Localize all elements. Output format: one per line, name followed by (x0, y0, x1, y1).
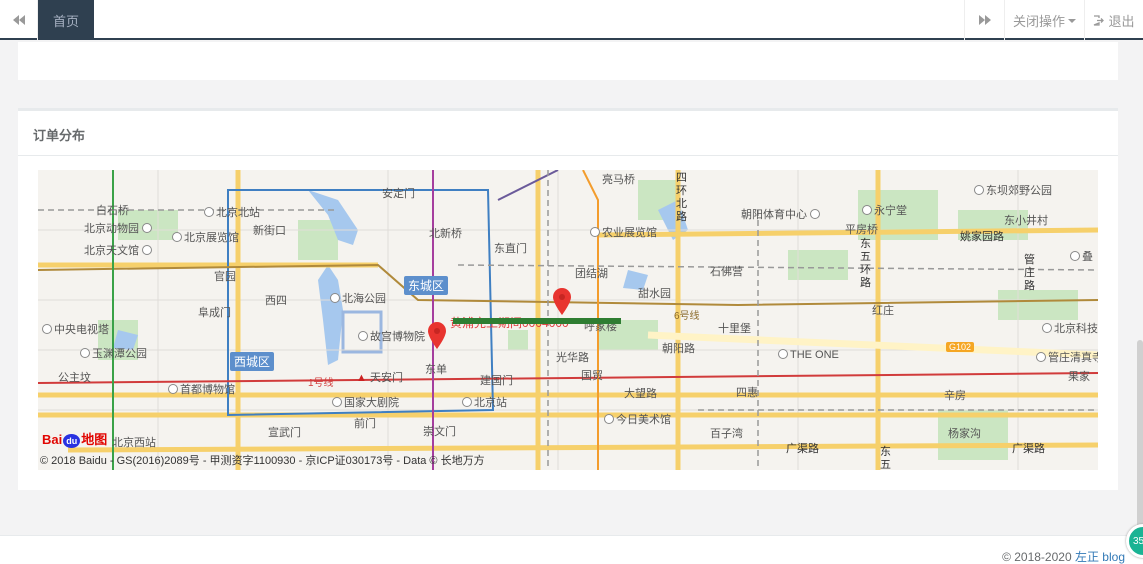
road-label: 管庄路 (1024, 254, 1035, 292)
map-label: 宣武门 (268, 427, 301, 439)
caret-down-icon (1068, 19, 1076, 23)
map-label: 甜水园 (638, 288, 671, 300)
map-label: 北京动物园 (84, 220, 154, 236)
map-label: 永宁堂 (862, 202, 907, 218)
map-label: 团结湖 (575, 268, 608, 280)
map-marker-icon[interactable] (552, 288, 572, 316)
baidu-map-logo: Bai du 地图 (42, 432, 108, 448)
metro-line-label: 1号线 (308, 378, 334, 389)
footer-copyright: © 2018-2020 左正 blog (1002, 550, 1125, 564)
road-label: 广渠路 (1012, 443, 1045, 455)
map-label: 公主坟 (58, 372, 91, 384)
road-label: 四环北路 (676, 172, 687, 223)
map-label: THE ONE (778, 349, 839, 361)
map-label: 大望路 (624, 388, 657, 400)
road-label: 东五环路 (860, 238, 871, 289)
logout-button[interactable]: 退出 (1084, 0, 1143, 40)
panel-title: 订单分布 (33, 128, 86, 143)
map-label: 东小井村 (1004, 215, 1048, 227)
map-label: 光华路 (556, 352, 589, 364)
map-label: 中央电视塔 (42, 321, 109, 337)
map-label: 北京站 (462, 394, 507, 410)
map-label: 北新桥 (429, 228, 462, 240)
map-label: 今日美术馆 (604, 411, 671, 427)
map-label: 杨家沟 (948, 428, 981, 440)
map-marker-icon[interactable] (427, 322, 447, 350)
map-label: 北京科技 (1042, 320, 1098, 336)
map-label: 辛房 (944, 390, 966, 402)
map-label: 平房桥 (845, 224, 878, 236)
map-label: 北京展览馆 (172, 229, 239, 245)
map-label: 北京天文馆 (84, 242, 154, 258)
double-chevron-right-icon (978, 15, 991, 25)
close-operations-label: 关闭操作 (1012, 13, 1065, 29)
map-label: 前门 (354, 418, 376, 430)
map-label: 崇文门 (423, 426, 456, 438)
metro-line-label: 6号线 (674, 311, 700, 322)
map-label: 首都博物馆 (168, 381, 235, 397)
page-footer: © 2018-2020 左正 blog (0, 535, 1143, 564)
double-chevron-left-icon (12, 15, 25, 25)
map-label: 石佛营 (710, 266, 743, 278)
map-copyright: © 2018 Baidu - GS(2016)2089号 - 甲测资字11009… (40, 455, 485, 467)
map-label: 十里堡 (718, 323, 751, 335)
close-operations-dropdown[interactable]: 关闭操作 (1004, 0, 1084, 40)
map-label: 玉渊潭公园 (80, 345, 147, 361)
map-label: 朝阳路 (662, 343, 695, 355)
road-label: 姚家园路 (960, 231, 1004, 243)
map-label: ▲ 天安门 (356, 372, 403, 384)
map-label: 叠 (1070, 248, 1093, 264)
map-label: 国贸 (581, 370, 603, 382)
sign-out-icon (1094, 14, 1105, 26)
map-label: 官园 (214, 271, 236, 283)
highway-label: G102 (946, 342, 975, 352)
order-marker-bar (453, 318, 621, 324)
logout-label: 退出 (1108, 13, 1135, 29)
map-label: 建国门 (480, 375, 513, 387)
map-label: 亮马桥 (602, 174, 635, 186)
map-label: 东直门 (494, 243, 527, 255)
map-label: 北京西站 (112, 437, 156, 449)
map-label: 红庄 (872, 305, 894, 317)
road-label: 广渠路 (786, 443, 819, 455)
map-label: 管庄清真寺 (1036, 349, 1098, 365)
tab-bar: 首页 关闭操作 退出 (0, 0, 1143, 40)
map-label: 故宫博物院 (358, 328, 425, 344)
map-label: 国家大剧院 (332, 394, 399, 410)
order-distribution-panel: 订单分布 东城区 西城区 白石桥 北京北站 北京动物园 北京展览馆 新街口 北京… (18, 108, 1118, 490)
map-label: 白石桥 (96, 205, 129, 217)
blog-link[interactable]: 左正 blog (1075, 550, 1125, 564)
district-label: 西城区 (230, 352, 275, 371)
map-label: 新街口 (253, 225, 286, 237)
map-label: 四惠 (736, 387, 758, 399)
district-label: 东城区 (404, 276, 449, 295)
scroll-tabs-left-button[interactable] (0, 0, 38, 40)
scroll-tabs-right-button[interactable] (964, 0, 1004, 40)
tab-home[interactable]: 首页 (38, 0, 94, 40)
baidu-map[interactable]: 东城区 西城区 白石桥 北京北站 北京动物园 北京展览馆 新街口 北京天文馆 安… (38, 170, 1098, 470)
panel-divider (18, 155, 1118, 156)
map-label: 西四 (265, 295, 287, 307)
map-label: 东坝郊野公园 (974, 182, 1052, 198)
scrollbar-thumb[interactable] (1137, 340, 1143, 530)
map-label: 朝阳体育中心 (741, 206, 822, 222)
map-label: 安定门 (382, 188, 415, 200)
map-label: 北海公园 (330, 290, 386, 306)
map-label: 果家 (1068, 371, 1090, 383)
top-panel (18, 42, 1118, 80)
map-label: 阜成门 (198, 307, 231, 319)
map-label: 东单 (425, 364, 447, 376)
road-label: 东五 (880, 446, 891, 470)
map-label: 北京北站 (204, 204, 260, 220)
map-label: 百子湾 (710, 428, 743, 440)
map-label: 农业展览馆 (590, 224, 657, 240)
